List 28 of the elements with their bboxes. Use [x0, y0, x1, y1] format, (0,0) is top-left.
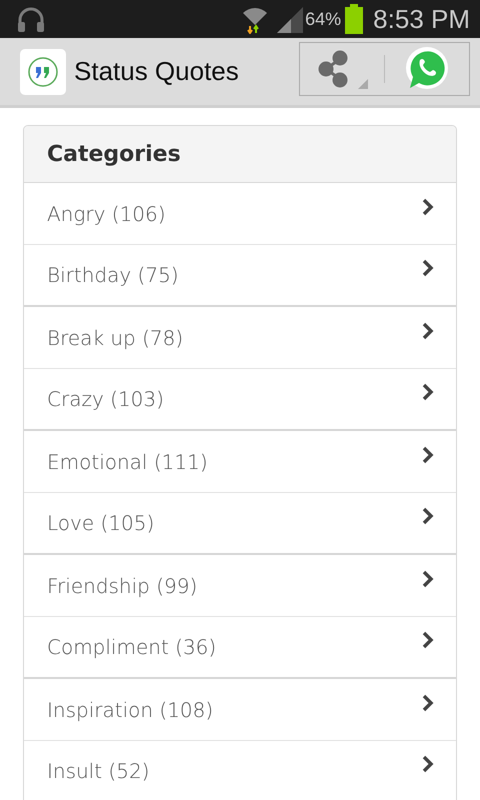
app-logo-icon — [20, 48, 66, 94]
chevron-right-icon — [422, 507, 434, 525]
battery-percent: 64% — [305, 8, 342, 30]
chevron-right-icon — [422, 259, 434, 277]
category-item[interactable]: Compliment (36) — [24, 617, 456, 679]
chevron-right-icon — [422, 755, 434, 773]
chevron-right-icon — [422, 446, 434, 464]
chevron-right-icon — [422, 631, 434, 649]
category-item[interactable]: Crazy (103) — [24, 369, 456, 431]
category-item[interactable]: Inspiration (108) — [24, 679, 456, 741]
chevron-right-icon — [422, 198, 434, 216]
chevron-right-icon — [422, 694, 434, 712]
category-item[interactable]: Emotional (111) — [24, 431, 456, 493]
signal-icon — [275, 5, 304, 33]
chevron-right-icon — [422, 383, 434, 401]
chevron-right-icon — [422, 570, 434, 588]
headphones-icon — [16, 5, 46, 33]
chevron-right-icon — [422, 322, 434, 340]
app-title: Status Quotes — [74, 56, 239, 87]
category-item[interactable]: Love (105) — [24, 493, 456, 555]
clock-time: 8:53 PM — [373, 4, 470, 34]
battery-icon — [345, 4, 364, 34]
card-title: Categories — [47, 142, 181, 166]
category-item[interactable]: Break up (78) — [24, 307, 456, 369]
category-item[interactable]: Birthday (75) — [24, 245, 456, 307]
category-item[interactable]: Angry (106) — [24, 183, 456, 245]
category-item[interactable]: Friendship (99) — [24, 555, 456, 617]
category-item[interactable]: Insult (52) — [24, 741, 456, 800]
